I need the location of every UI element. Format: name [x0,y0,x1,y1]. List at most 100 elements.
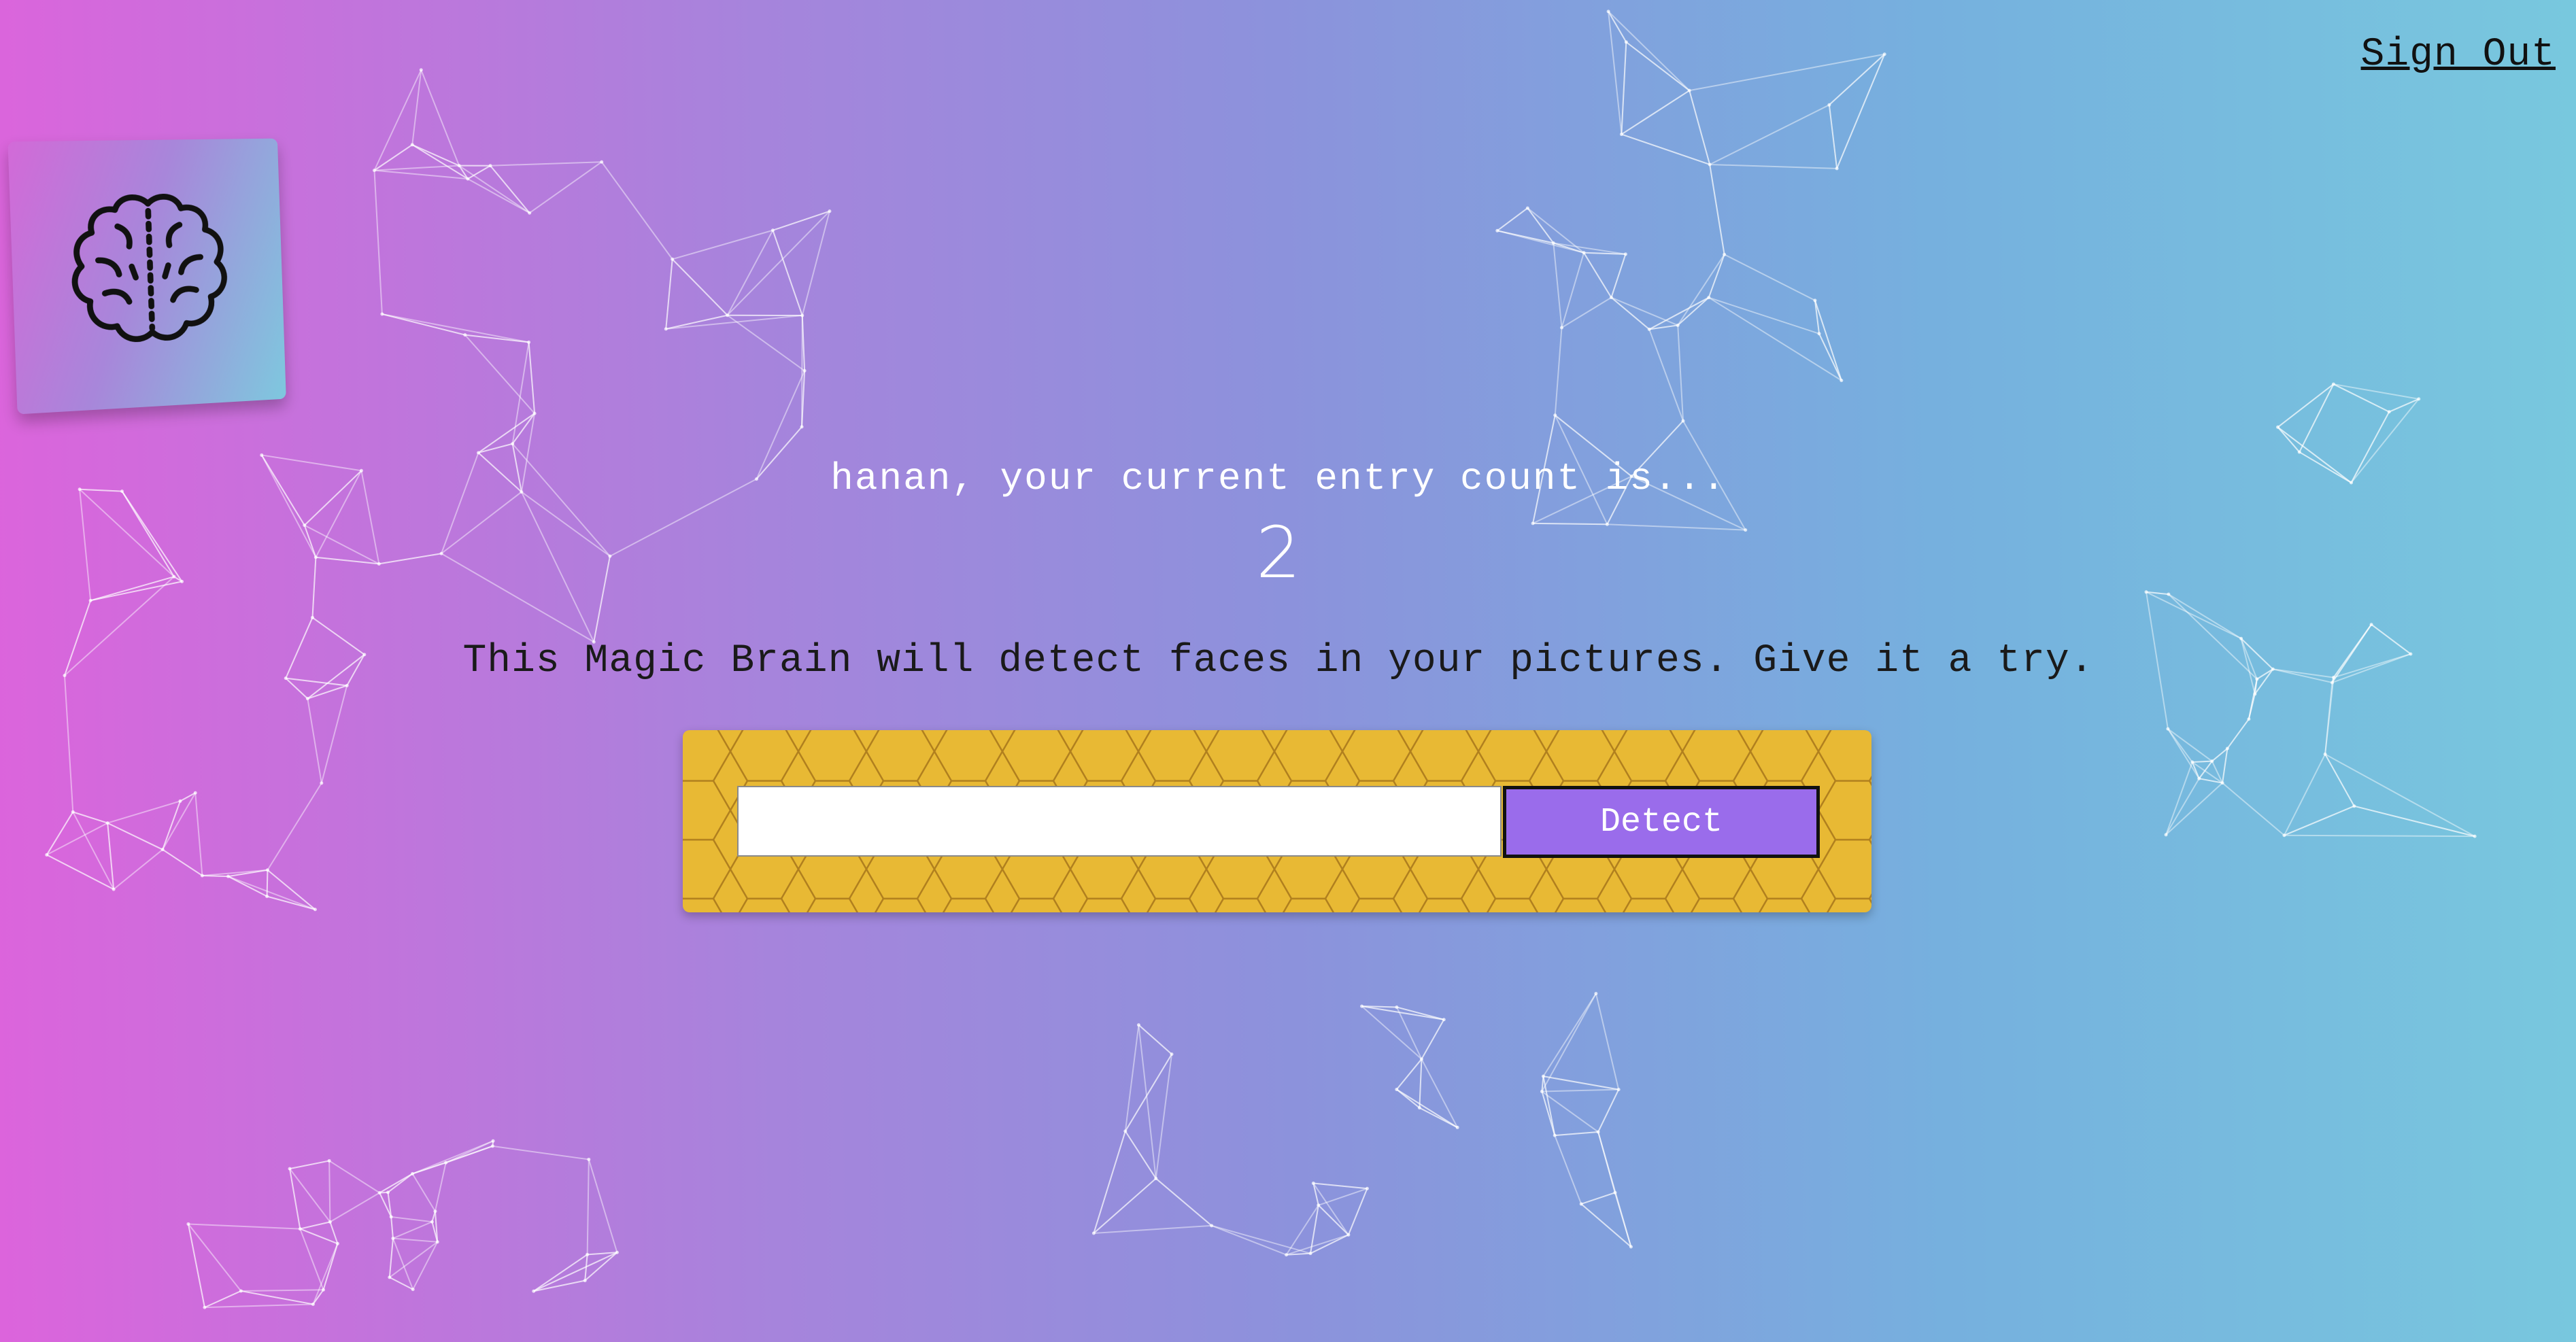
image-url-input[interactable] [737,786,1502,857]
network-node [1154,1176,1158,1180]
network-node [88,598,92,602]
network-line [63,675,74,812]
network-line [180,792,196,802]
network-line [1124,1054,1172,1132]
network-line [533,1279,586,1292]
network-line [1093,1131,1126,1234]
network-line [1553,242,1584,254]
network-line [267,782,322,871]
network-line [1555,1131,1599,1137]
network-node [1170,1052,1174,1056]
network-line [1689,53,1885,92]
network-node [1553,1133,1557,1137]
network-line [162,801,181,850]
network-node [186,1222,190,1226]
network-node [1541,1074,1545,1078]
network-line [587,1252,617,1256]
network-line [2165,778,2200,836]
network-line [1286,1252,1311,1256]
network-line [726,230,774,316]
network-line [1608,11,1690,91]
network-line [373,170,383,315]
network-line [1649,324,1678,330]
network-line [204,1303,313,1309]
network-line [665,259,673,329]
network-line [267,895,316,910]
network-line [2248,693,2256,719]
network-line [107,823,115,890]
network-line [1814,300,1820,334]
network-line [2324,677,2335,755]
network-line [492,1141,494,1146]
network-node [1594,992,1598,996]
network-line [2248,678,2258,719]
network-line [300,1221,331,1230]
network-line [241,1289,324,1292]
network-node [491,1139,495,1143]
network-line [2354,805,2475,838]
network-line [411,144,460,167]
network-line [1610,296,1650,330]
network-line [188,1223,242,1292]
network-line [1621,133,1710,165]
network-line [1580,1203,1632,1248]
network-line [411,144,469,179]
network-line [1708,254,1725,298]
network-node [226,874,231,878]
network-line [320,685,348,784]
network-node [2331,382,2335,386]
network-line [228,876,268,897]
network-line [1361,1005,1423,1060]
network-line [1396,1088,1458,1129]
network-line [2354,805,2475,838]
network-line [387,1173,413,1193]
network-line [329,1222,339,1244]
network-line [162,848,203,876]
network-line [1710,163,1837,169]
network-line [392,1237,438,1243]
network-line [467,165,491,179]
network-line [434,1211,439,1242]
network-node [411,1288,415,1292]
network-line [1555,1131,1599,1137]
network-line [162,848,203,876]
network-node [386,1190,390,1194]
network-node [532,411,537,415]
network-line [1814,300,1842,381]
network-line [379,1173,413,1194]
network-node [1210,1224,1214,1228]
network-line [431,1211,436,1222]
network-line [187,1224,205,1308]
network-node [600,160,604,164]
detect-button[interactable]: Detect [1503,786,1820,858]
network-line [2277,426,2301,453]
network-node [1827,103,1831,107]
network-line [2211,748,2228,762]
network-line [1347,1188,1368,1235]
network-node [587,1157,591,1161]
network-node [335,1241,339,1245]
brain-icon [54,179,243,369]
network-line [1836,54,1886,169]
network-node [1346,1233,1351,1237]
network-line [1361,1005,1444,1020]
network-line [241,1290,313,1305]
network-line [72,811,108,824]
network-line [1361,1005,1397,1008]
network-line [1708,254,1725,298]
entry-count-value: 2 [1255,511,1302,594]
network-line [492,1145,589,1160]
network-line [382,313,529,343]
network-line [1608,11,1627,43]
network-line [387,1192,392,1218]
network-line [390,1216,394,1239]
network-line [373,144,413,171]
network-line [412,1140,494,1175]
network-node [411,1172,415,1176]
network-line [2165,761,2193,836]
network-node [45,853,49,857]
network-node [2282,833,2286,838]
network-line [1610,296,1650,330]
sign-out-link[interactable]: Sign Out [2361,33,2556,77]
network-node [239,1289,243,1293]
